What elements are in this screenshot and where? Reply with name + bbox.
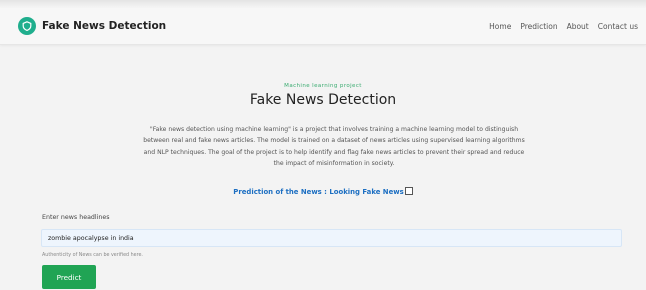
nav-home[interactable]: Home bbox=[489, 22, 511, 31]
nav-prediction[interactable]: Prediction bbox=[520, 22, 557, 31]
page-title: Fake News Detection bbox=[249, 92, 397, 108]
section-eyebrow: Machine learning project bbox=[284, 83, 362, 89]
predict-button[interactable]: Predict bbox=[42, 265, 96, 289]
window-top-edge bbox=[0, 0, 646, 8]
headline-label: Enter news headlines bbox=[42, 214, 110, 221]
result-checkbox[interactable] bbox=[404, 187, 413, 195]
navbar: Fake News Detection Home Prediction Abou… bbox=[0, 8, 646, 45]
help-text: Authenticity of News can be verified her… bbox=[42, 253, 143, 258]
prediction-result: Prediction of the News : Looking Fake Ne… bbox=[0, 187, 646, 196]
prediction-text: Prediction of the News : Looking Fake Ne… bbox=[233, 188, 404, 196]
nav-contact[interactable]: Contact us bbox=[598, 22, 638, 31]
headline-input[interactable] bbox=[41, 229, 622, 247]
nav-links: Home Prediction About Contact us bbox=[489, 22, 638, 31]
shield-icon[interactable] bbox=[18, 17, 36, 35]
brand-name[interactable]: Fake News Detection bbox=[42, 20, 166, 32]
nav-about[interactable]: About bbox=[567, 22, 589, 31]
project-description: "Fake news detection using machine learn… bbox=[143, 126, 525, 167]
